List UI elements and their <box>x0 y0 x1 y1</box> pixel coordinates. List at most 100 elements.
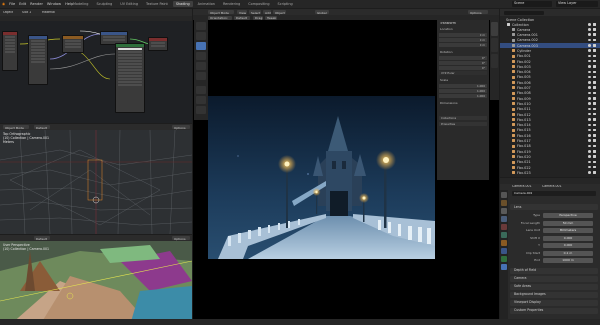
eye-icon[interactable] <box>588 91 591 95</box>
outliner-item[interactable]: Fbx.010 <box>500 101 600 106</box>
outliner-item[interactable]: Fbx.006 <box>500 80 600 85</box>
lens-section-header[interactable]: Lens <box>510 204 598 210</box>
scene-tab-icon[interactable] <box>501 224 507 230</box>
camera-render-icon[interactable] <box>593 65 596 68</box>
rotation-y-field[interactable]: 0° <box>439 61 487 65</box>
outliner-item[interactable]: Fbx.021 <box>500 160 600 165</box>
outliner-item[interactable]: Fbx.014 <box>500 122 600 127</box>
camera-render-icon[interactable] <box>593 160 596 164</box>
camera-render-icon[interactable] <box>593 23 596 26</box>
outliner-item[interactable]: Fbx.023 <box>500 170 600 175</box>
principled-bsdf-node[interactable] <box>115 43 145 113</box>
object-menu[interactable]: Object <box>273 10 286 15</box>
camera-render-icon[interactable] <box>593 165 596 169</box>
location-z-field[interactable]: 0 m <box>439 43 487 47</box>
options-dropdown[interactable]: Options <box>172 125 190 130</box>
eye-icon[interactable] <box>588 155 591 158</box>
eye-icon[interactable] <box>588 165 591 169</box>
eye-icon[interactable] <box>588 38 591 42</box>
eye-icon[interactable] <box>588 112 591 116</box>
modifier-tab-icon[interactable] <box>501 248 507 254</box>
tab-tool[interactable] <box>491 38 498 52</box>
add-menu[interactable]: Add <box>263 10 271 15</box>
tab-compositing[interactable]: Compositing <box>245 1 272 7</box>
object-tab-icon[interactable] <box>501 240 507 246</box>
annotate-tool-icon[interactable] <box>196 86 206 94</box>
view-menu[interactable]: View <box>237 10 247 15</box>
outliner[interactable]: Scene Collection Collection Camera Camera… <box>500 9 600 177</box>
options-dropdown[interactable]: Options <box>468 10 488 15</box>
camera-render-icon[interactable] <box>593 123 596 127</box>
outliner-item[interactable]: Fbx.015 <box>500 128 600 133</box>
transform-tool-icon[interactable] <box>196 72 206 80</box>
camera-name-field[interactable]: Camera.001 <box>512 191 596 196</box>
drag-dropdown[interactable]: Tweak <box>265 15 277 20</box>
outliner-item[interactable]: Fbx.007 <box>500 85 600 90</box>
outliner-item[interactable]: Fbx.009 <box>500 96 600 101</box>
properties-section-header[interactable]: Background Images <box>510 292 598 298</box>
location-y-field[interactable]: 0 m <box>439 38 487 42</box>
camera-render-icon[interactable] <box>593 171 596 174</box>
camera-render-icon[interactable] <box>593 155 596 158</box>
outliner-item[interactable]: Fbx.005 <box>500 75 600 80</box>
eye-icon[interactable] <box>588 144 591 148</box>
rotate-tool-icon[interactable] <box>196 52 206 60</box>
outliner-item[interactable]: Fbx.016 <box>500 133 600 138</box>
rotation-x-field[interactable]: 0° <box>439 56 487 60</box>
scene-selector[interactable]: Scene <box>512 1 552 7</box>
outliner-item[interactable]: Camera.003 <box>500 42 600 48</box>
camera-render-icon[interactable] <box>593 118 596 121</box>
eye-icon[interactable] <box>588 97 591 100</box>
wireframe-viewport-top[interactable]: Object Mode Default Options Top Orthogra… <box>0 124 192 234</box>
tab-shading[interactable]: Shading <box>172 1 193 7</box>
property-field[interactable]: Millimeters <box>543 228 593 233</box>
mapping-node[interactable] <box>28 35 48 85</box>
camera-render-icon[interactable] <box>593 38 596 42</box>
eye-icon[interactable] <box>588 150 591 153</box>
options-dropdown[interactable]: Options <box>172 236 190 241</box>
rotation-z-field[interactable]: 0° <box>439 66 487 70</box>
camera-render-icon[interactable] <box>593 81 596 84</box>
texture-node[interactable] <box>2 31 18 71</box>
camera-render-icon[interactable] <box>593 102 596 105</box>
eye-icon[interactable] <box>588 139 591 142</box>
outliner-item[interactable]: Fbx.017 <box>500 138 600 143</box>
color-ramp-node[interactable] <box>62 35 84 53</box>
eye-icon[interactable] <box>588 134 591 137</box>
camera-data-tab-icon[interactable] <box>501 264 507 270</box>
select-menu[interactable]: Select <box>249 10 261 15</box>
outliner-item[interactable]: Camera <box>500 27 600 32</box>
outliner-item[interactable]: Fbx.022 <box>500 165 600 170</box>
outliner-item[interactable]: Fbx.013 <box>500 117 600 122</box>
camera-render-icon[interactable] <box>593 128 596 132</box>
material-output-node[interactable] <box>148 37 168 51</box>
property-field[interactable]: 1000 m <box>543 258 593 263</box>
tab-uv-editing[interactable]: UV Editing <box>117 1 141 7</box>
outliner-item[interactable]: Fbx.019 <box>500 149 600 154</box>
eye-icon[interactable] <box>588 28 591 31</box>
tool-tab-icon[interactable] <box>501 192 507 198</box>
tab-sculpting[interactable]: Sculpting <box>93 1 115 7</box>
properties-section-header[interactable]: Safe Areas <box>510 284 598 290</box>
eye-icon[interactable] <box>588 44 591 47</box>
mode-dropdown[interactable]: Object Mode <box>3 125 29 130</box>
property-field[interactable]: 0.1 m <box>543 250 593 256</box>
eye-icon[interactable] <box>588 54 591 58</box>
property-field[interactable]: 50 mm <box>543 220 593 226</box>
outliner-item[interactable]: Fbx.003 <box>500 64 600 69</box>
eye-icon[interactable] <box>588 123 591 127</box>
section-transform[interactable]: Transform <box>440 22 456 25</box>
menu-file[interactable]: File <box>9 2 15 6</box>
outliner-item[interactable]: Fbx.002 <box>500 59 600 64</box>
orientation-dropdown[interactable]: Default <box>234 15 250 20</box>
blender-logo-icon[interactable]: ◉ <box>2 2 5 6</box>
camera-render-icon[interactable] <box>593 139 596 142</box>
eye-icon[interactable] <box>588 171 591 174</box>
tweak-tool-icon[interactable] <box>196 32 206 40</box>
cursor-tool-icon[interactable] <box>196 22 206 30</box>
location-x-field[interactable]: 0 m <box>439 33 487 37</box>
properties-section-header[interactable]: Depth of Field <box>510 268 598 274</box>
constraint-tab-icon[interactable] <box>501 256 507 262</box>
properties-section-header[interactable]: Viewport Display <box>510 300 598 306</box>
camera-render-icon[interactable] <box>593 33 596 36</box>
